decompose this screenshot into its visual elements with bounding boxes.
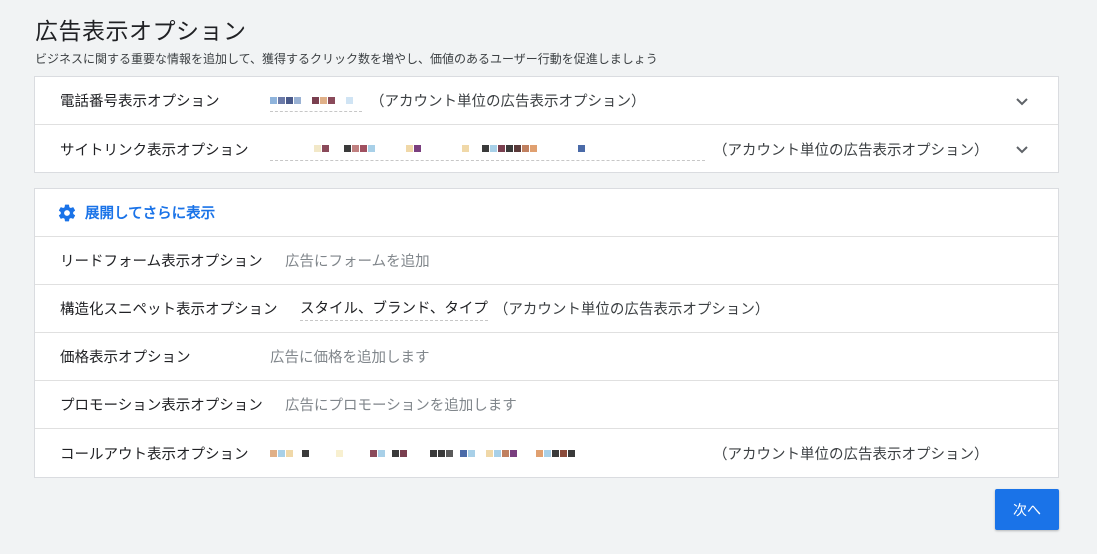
lead-form-extension-label: リードフォーム表示オプション [60, 254, 263, 270]
price-extension-placeholder[interactable]: 広告に価格を追加します [270, 346, 430, 367]
lead-form-extension-row[interactable]: リードフォーム表示オプション 広告にフォームを追加 [35, 237, 1058, 285]
sitelink-extension-scope: （アカウント単位の広告表示オプション） [713, 142, 989, 159]
callout-extension-scope: （アカウント単位の広告表示オプション） [713, 446, 989, 463]
phone-extension-scope: （アカウント単位の広告表示オプション） [370, 94, 646, 110]
promotion-extension-placeholder[interactable]: 広告にプロモーションを追加します [285, 394, 517, 415]
structured-snippet-extension-label: 構造化スニペット表示オプション [60, 302, 278, 318]
price-extension-label: 価格表示オプション [60, 350, 191, 366]
structured-snippet-value: スタイル、ブランド、タイプ [300, 297, 488, 321]
sitelink-extension-label: サイトリンク表示オプション [60, 142, 249, 159]
phone-extension-row[interactable]: 電話番号表示オプション （アカウント単位の広告表示オプション） [35, 77, 1058, 125]
structured-snippet-extension-value[interactable]: スタイル、ブランド、タイプ （アカウント単位の広告表示オプション） [300, 297, 769, 321]
page-subtitle: ビジネスに関する重要な情報を追加して、獲得するクリック数を増やし、価値のあるユー… [35, 52, 658, 66]
structured-snippet-scope: （アカウント単位の広告表示オプション） [493, 302, 770, 318]
redacted-phone-value [270, 89, 362, 112]
callout-extension-value[interactable]: （アカウント単位の広告表示オプション） [270, 442, 989, 464]
redacted-callout-values [270, 442, 705, 464]
promotion-extension-row[interactable]: プロモーション表示オプション 広告にプロモーションを追加します [35, 381, 1058, 429]
sitelink-extension-value[interactable]: （アカウント単位の広告表示オプション） [270, 138, 989, 161]
redacted-sitelink-values [270, 138, 705, 161]
sitelink-extension-row[interactable]: サイトリンク表示オプション （アカウント単位の広告表示オプション） [35, 125, 1058, 173]
price-extension-row[interactable]: 価格表示オプション 広告に価格を追加します [35, 333, 1058, 381]
page-title: 広告表示オプション [35, 19, 247, 45]
callout-extension-row[interactable]: コールアウト表示オプション （アカウント単位の広告表示オプション） [35, 429, 1058, 477]
expand-more-row[interactable]: 展開してさらに表示 [35, 189, 1058, 237]
chevron-down-icon[interactable] [1014, 141, 1030, 157]
chevron-down-icon[interactable] [1014, 93, 1030, 109]
lead-form-extension-placeholder[interactable]: 広告にフォームを追加 [285, 250, 430, 271]
phone-extension-label: 電話番号表示オプション [60, 94, 220, 110]
expand-more-label: 展開してさらに表示 [85, 206, 216, 222]
gear-icon [58, 204, 76, 221]
promotion-extension-label: プロモーション表示オプション [60, 398, 263, 414]
next-button[interactable]: 次へ [995, 489, 1059, 530]
primary-extensions-card: 電話番号表示オプション （アカウント単位の広告表示オプション） サイトリンク表示… [34, 76, 1059, 173]
expand-more-button[interactable]: 展開してさらに表示 [57, 202, 215, 223]
callout-extension-label: コールアウト表示オプション [60, 446, 249, 463]
phone-extension-value[interactable]: （アカウント単位の広告表示オプション） [270, 89, 646, 112]
structured-snippet-extension-row[interactable]: 構造化スニペット表示オプション スタイル、ブランド、タイプ （アカウント単位の広… [35, 285, 1058, 333]
more-extensions-card: 展開してさらに表示 リードフォーム表示オプション 広告にフォームを追加 構造化ス… [34, 188, 1059, 478]
